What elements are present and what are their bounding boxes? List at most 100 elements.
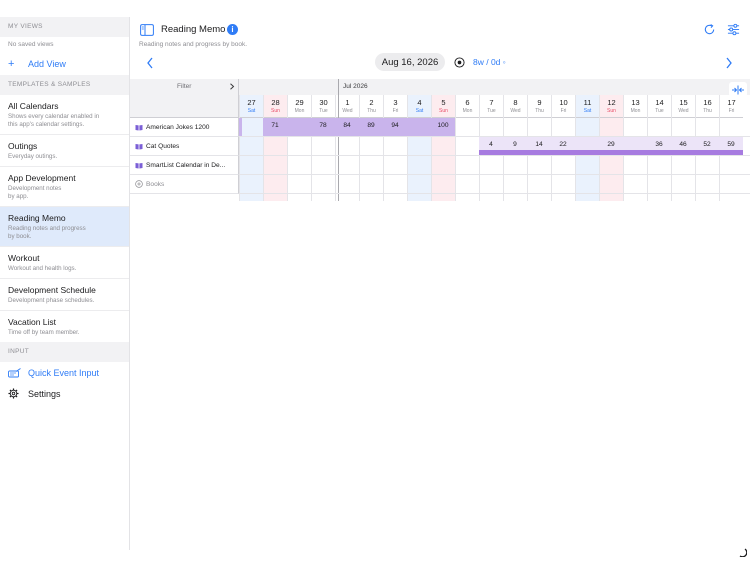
chevron-right-icon[interactable] <box>724 56 734 70</box>
sidebar-item-subtitle: Everyday outings. <box>8 153 58 160</box>
book-row-label[interactable]: American Jokes 1200 <box>130 118 239 137</box>
sidebar-item-reading-memo[interactable]: Reading Memo Reading notes and progress … <box>0 207 129 247</box>
progress-entry[interactable]: 52 <box>695 137 719 155</box>
progress-entry[interactable]: 4 <box>479 137 503 155</box>
progress-underline <box>599 150 623 155</box>
date-picker-button[interactable]: Aug 16, 2026 <box>375 53 445 71</box>
progress-entry[interactable]: 84 <box>335 118 359 136</box>
progress-value: 9 <box>513 141 517 148</box>
chevron-left-icon[interactable] <box>145 56 155 70</box>
sidebar-item-title: Development Schedule <box>8 285 96 295</box>
day-column[interactable]: 4 Sat <box>407 95 431 201</box>
today-target-icon[interactable] <box>454 57 465 68</box>
sidebar-item-workout[interactable]: Workout Workout and health logs. <box>0 247 129 279</box>
progress-entry[interactable]: 89 <box>359 118 383 136</box>
day-weekday: Sat <box>415 108 424 114</box>
settings-button[interactable]: Settings <box>0 383 129 404</box>
day-weekday: Fri <box>392 108 399 114</box>
progress-underline <box>695 150 719 155</box>
progress-underline <box>671 150 695 155</box>
progress-underline <box>479 150 503 155</box>
range-select[interactable]: 8w / 0d ◦ <box>473 57 506 67</box>
book-icon <box>135 143 143 150</box>
day-weekday: Thu <box>367 108 376 114</box>
day-column[interactable]: 5 Sun <box>431 95 455 201</box>
day-column[interactable]: 28 Sun <box>263 95 287 201</box>
progress-underline <box>719 150 743 155</box>
progress-value: 14 <box>535 141 543 148</box>
collapse-columns-button[interactable] <box>729 82 747 97</box>
add-view-button[interactable]: + Add View <box>0 54 129 73</box>
day-number: 11 <box>583 98 592 107</box>
progress-entry[interactable]: 100 <box>431 118 455 136</box>
add-book-row[interactable]: Books <box>130 175 239 194</box>
sidebar-item-outings[interactable]: Outings Everyday outings. <box>0 135 129 167</box>
progress-entry[interactable]: 71 <box>263 118 287 136</box>
progress-value: 84 <box>343 122 351 129</box>
sidebar-item-vacation-list[interactable]: Vacation List Time off by team member. <box>0 311 129 342</box>
day-column[interactable]: 6 Mon <box>455 95 479 201</box>
day-number: 9 <box>537 98 542 107</box>
progress-span[interactable] <box>575 137 599 155</box>
sliders-icon[interactable] <box>727 23 740 36</box>
progress-value: 22 <box>559 141 567 148</box>
day-column[interactable]: 2 Thu <box>359 95 383 201</box>
day-number: 17 <box>727 98 736 107</box>
sidebar-item-title: App Development <box>8 173 76 183</box>
progress-span[interactable] <box>407 118 431 136</box>
day-weekday: Sun <box>271 108 280 114</box>
day-weekday: Tue <box>655 108 664 114</box>
progress-entry[interactable]: 22 <box>551 137 575 155</box>
main-panel: Reading Memo i Reading notes and progres… <box>130 17 750 550</box>
progress-entry[interactable]: 29 <box>599 137 623 155</box>
progress-span[interactable] <box>623 137 647 155</box>
refresh-icon[interactable] <box>703 23 716 36</box>
quick-event-input-button[interactable]: Quick Event Input <box>0 362 129 383</box>
day-number: 6 <box>465 98 470 107</box>
month-label: Jul 2026 <box>343 83 368 90</box>
add-view-label: Add View <box>28 58 66 69</box>
collapse-arrows-icon <box>732 85 744 94</box>
progress-value: 71 <box>271 122 279 129</box>
book-row-label[interactable]: SmartList Calendar in De... <box>130 156 239 175</box>
page-subtitle: Reading notes and progress by book. <box>139 41 248 48</box>
sidebar-item-development-schedule[interactable]: Development Schedule Development phase s… <box>0 279 129 311</box>
sidebar-toggle-icon[interactable] <box>140 24 154 36</box>
progress-value: 46 <box>679 141 687 148</box>
day-weekday: Fri <box>728 108 735 114</box>
progress-entry[interactable]: 78 <box>311 118 335 136</box>
filter-button[interactable]: Filter <box>177 83 191 90</box>
progress-value: 4 <box>489 141 493 148</box>
chevron-right-icon[interactable] <box>229 83 235 90</box>
info-icon[interactable]: i <box>227 24 238 35</box>
progress-entry[interactable]: 59 <box>719 137 743 155</box>
progress-entry[interactable]: 36 <box>647 137 671 155</box>
progress-span[interactable] <box>287 118 311 136</box>
sidebar-item-app-development[interactable]: App Development Development notes by app… <box>0 167 129 207</box>
day-weekday: Thu <box>703 108 712 114</box>
progress-value: 36 <box>655 141 663 148</box>
day-column[interactable]: 27 Sat <box>239 95 263 201</box>
settings-label: Settings <box>28 388 61 399</box>
progress-entry[interactable]: 94 <box>383 118 407 136</box>
progress-underline <box>623 150 647 155</box>
progress-entry[interactable]: 9 <box>503 137 527 155</box>
gear-icon <box>8 388 22 399</box>
day-column[interactable]: 3 Fri <box>383 95 407 201</box>
plus-circle-icon <box>135 180 143 188</box>
day-weekday: Sun <box>607 108 616 114</box>
book-title: Cat Quotes <box>146 142 180 150</box>
day-number: 28 <box>271 98 280 107</box>
progress-entry[interactable]: 14 <box>527 137 551 155</box>
day-number: 12 <box>607 98 616 107</box>
book-row-label[interactable]: Cat Quotes <box>130 137 239 156</box>
progress-entry[interactable]: 46 <box>671 137 695 155</box>
progress-continuation <box>239 118 242 136</box>
day-column[interactable]: 29 Mon <box>287 95 311 201</box>
sidebar-item-subtitle: Development phase schedules. <box>8 297 95 304</box>
book-title: American Jokes 1200 <box>146 123 210 131</box>
sidebar-item-all-calendars[interactable]: All Calendars Shows every calendar enabl… <box>0 95 129 135</box>
day-column[interactable]: 30 Tue <box>311 95 335 201</box>
day-number: 10 <box>559 98 568 107</box>
day-number: 30 <box>319 98 328 107</box>
